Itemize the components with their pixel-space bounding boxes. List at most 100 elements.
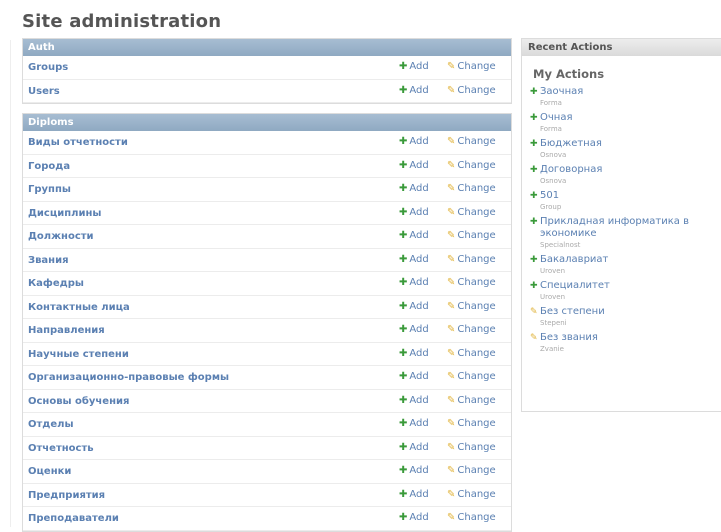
add-link[interactable]: ✚ Add xyxy=(399,136,429,147)
add-link[interactable]: ✚ Add xyxy=(399,61,429,72)
recent-action-link[interactable]: Специалитет xyxy=(540,280,610,292)
add-link[interactable]: ✚ Add xyxy=(399,277,429,288)
model-link[interactable]: Группы xyxy=(28,184,71,195)
model-link[interactable]: Отделы xyxy=(28,419,74,430)
change-link[interactable]: ✎ Change xyxy=(447,512,496,523)
add-link[interactable]: ✚ Add xyxy=(399,489,429,500)
pencil-icon: ✎ xyxy=(447,84,456,96)
plus-icon: ✚ xyxy=(399,512,408,523)
pencil-icon: ✎ xyxy=(447,300,456,312)
model-link[interactable]: Организационно-правовые формы xyxy=(28,372,229,383)
change-link[interactable]: ✎ Change xyxy=(447,301,496,312)
add-label: Add xyxy=(409,488,429,500)
pencil-icon: ✎ xyxy=(447,159,456,171)
model-row: Основы обучения ✚ Add ✎ Change xyxy=(23,390,511,413)
change-link[interactable]: ✎ Change xyxy=(447,254,496,265)
model-link[interactable]: Должности xyxy=(28,231,94,242)
change-link[interactable]: ✎ Change xyxy=(447,160,496,171)
pencil-icon: ✎ xyxy=(447,441,456,453)
recent-action-link[interactable]: Бакалавриат xyxy=(540,254,608,266)
recent-action-type: Group xyxy=(540,203,562,211)
add-label: Add xyxy=(409,84,429,96)
change-link[interactable]: ✎ Change xyxy=(447,395,496,406)
change-label: Change xyxy=(457,324,496,335)
recent-action-link[interactable]: 501 xyxy=(540,190,559,202)
change-link[interactable]: ✎ Change xyxy=(447,207,496,218)
model-link[interactable]: Преподаватели xyxy=(28,513,119,524)
change-link[interactable]: ✎ Change xyxy=(447,442,496,453)
change-link[interactable]: ✎ Change xyxy=(447,230,496,241)
model-link[interactable]: Звания xyxy=(28,255,69,266)
change-link[interactable]: ✎ Change xyxy=(447,85,496,96)
recent-action-link[interactable]: Прикладная информатика в экономике xyxy=(540,216,718,240)
recent-action-type: Uroven xyxy=(540,267,566,275)
add-link[interactable]: ✚ Add xyxy=(399,395,429,406)
add-link[interactable]: ✚ Add xyxy=(399,465,429,476)
add-link[interactable]: ✚ Add xyxy=(399,324,429,335)
plus-icon: ✚ xyxy=(399,84,408,96)
add-link[interactable]: ✚ Add xyxy=(399,85,429,96)
plus-icon: ✚ xyxy=(399,300,408,312)
model-link[interactable]: Основы обучения xyxy=(28,396,129,407)
add-link[interactable]: ✚ Add xyxy=(399,442,429,453)
recent-action-type: Uroven xyxy=(540,293,566,301)
pencil-icon: ✎ xyxy=(447,136,456,147)
model-link[interactable]: Groups xyxy=(28,62,68,73)
add-link[interactable]: ✚ Add xyxy=(399,301,429,312)
model-link[interactable]: Кафедры xyxy=(28,278,84,289)
plus-icon: ✚ xyxy=(399,159,408,171)
recent-action-link[interactable]: Без звания xyxy=(540,332,598,344)
app-module-diploms: Diploms Виды отчетности ✚ Add ✎ Change Города… xyxy=(22,113,512,532)
recent-action-link[interactable]: Заочная xyxy=(540,86,583,98)
model-link[interactable]: Оценки xyxy=(28,466,71,477)
model-link[interactable]: Дисциплины xyxy=(28,208,101,219)
recent-actions-list: ✚ Заочная Forma ✚ Очная Forma ✚ Бюджетная Osnova… xyxy=(530,86,718,358)
change-label: Change xyxy=(457,488,496,500)
add-link[interactable]: ✚ Add xyxy=(399,348,429,359)
model-link[interactable]: Научные степени xyxy=(28,349,129,360)
my-actions-heading: My Actions xyxy=(533,67,605,81)
app-caption-diploms[interactable]: Diploms xyxy=(23,114,511,131)
pencil-icon: ✎ xyxy=(447,324,456,335)
model-link[interactable]: Отчетность xyxy=(28,443,94,454)
recent-action-link[interactable]: Очная xyxy=(540,112,572,124)
change-link[interactable]: ✎ Change xyxy=(447,489,496,500)
plus-icon: ✚ xyxy=(399,253,408,265)
model-link[interactable]: Виды отчетности xyxy=(28,137,128,148)
add-link[interactable]: ✚ Add xyxy=(399,254,429,265)
change-link[interactable]: ✎ Change xyxy=(447,277,496,288)
add-link[interactable]: ✚ Add xyxy=(399,418,429,429)
recent-action-link[interactable]: Договорная xyxy=(540,164,602,176)
model-row: Groups ✚ Add ✎ Change xyxy=(23,56,511,80)
change-label: Change xyxy=(457,300,496,312)
model-row: Направления ✚ Add ✎ Change xyxy=(23,319,511,343)
change-link[interactable]: ✎ Change xyxy=(447,348,496,359)
change-link[interactable]: ✎ Change xyxy=(447,418,496,429)
recent-action-item: ✚ Очная Forma xyxy=(530,112,718,134)
change-link[interactable]: ✎ Change xyxy=(447,465,496,476)
plus-icon: ✚ xyxy=(530,113,538,123)
add-label: Add xyxy=(409,512,429,523)
recent-action-link[interactable]: Бюджетная xyxy=(540,138,602,150)
change-link[interactable]: ✎ Change xyxy=(447,371,496,382)
change-link[interactable]: ✎ Change xyxy=(447,324,496,335)
model-link[interactable]: Предприятия xyxy=(28,490,105,501)
change-link[interactable]: ✎ Change xyxy=(447,183,496,194)
add-link[interactable]: ✚ Add xyxy=(399,207,429,218)
model-link[interactable]: Контактные лица xyxy=(28,302,130,313)
plus-icon: ✚ xyxy=(530,217,538,227)
model-link[interactable]: Users xyxy=(28,86,60,97)
add-link[interactable]: ✚ Add xyxy=(399,160,429,171)
model-link[interactable]: Направления xyxy=(28,325,105,336)
change-link[interactable]: ✎ Change xyxy=(447,136,496,147)
add-link[interactable]: ✚ Add xyxy=(399,183,429,194)
add-link[interactable]: ✚ Add xyxy=(399,230,429,241)
add-link[interactable]: ✚ Add xyxy=(399,371,429,382)
model-link[interactable]: Города xyxy=(28,161,70,172)
add-link[interactable]: ✚ Add xyxy=(399,512,429,523)
change-link[interactable]: ✎ Change xyxy=(447,61,496,72)
recent-action-link[interactable]: Без степени xyxy=(540,306,605,318)
plus-icon: ✚ xyxy=(530,281,538,291)
app-caption-auth[interactable]: Auth xyxy=(23,39,511,56)
change-label: Change xyxy=(457,183,496,194)
